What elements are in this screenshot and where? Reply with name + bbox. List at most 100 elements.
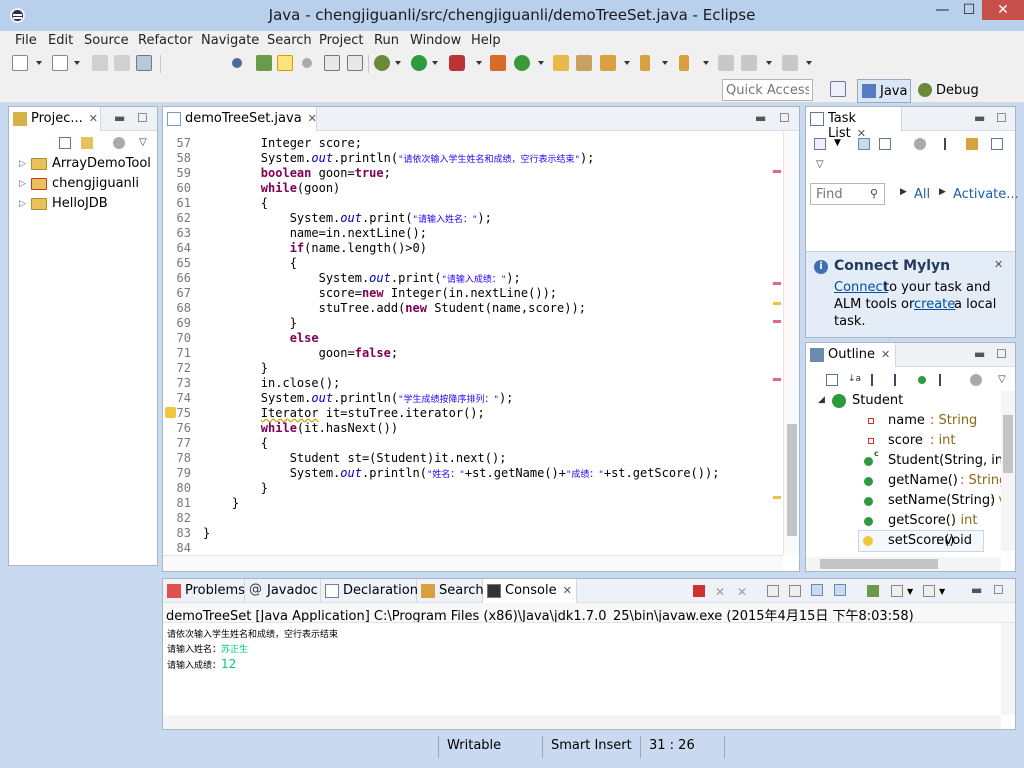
previous-annotation-icon[interactable] [679,55,689,71]
hide-static-icon[interactable] [894,374,906,386]
next-annotation-icon[interactable] [640,55,650,71]
create-link[interactable]: create [914,297,955,312]
collapse-arrow-icon[interactable]: ◢ [818,395,825,405]
maximize-view-icon[interactable]: ☐ [996,111,1007,125]
search-dropdown-icon[interactable] [624,61,630,65]
minimize-view-icon[interactable]: ▬ [114,111,125,125]
mark-occurrences-icon[interactable] [277,55,293,71]
editor-scroll-thumb[interactable] [787,424,797,536]
overview-ruler[interactable] [769,132,783,555]
menu-navigate[interactable]: Navigate [201,33,259,48]
tree-item-chengjiguanli[interactable]: ▷ chengjiguanli [19,175,157,195]
print-icon[interactable] [136,55,152,71]
show-on-stdout-icon[interactable] [811,584,823,596]
debug-icon[interactable] [374,55,390,71]
status-insert-mode[interactable]: Smart Insert [542,736,640,758]
hide-local-types-icon[interactable] [939,374,951,386]
outline-method-constructor[interactable]: c Student(String, int) [864,449,1014,472]
minimize-view-icon[interactable]: ▬ [971,583,982,597]
outline-method-getname[interactable]: getName() : String [864,472,1014,492]
new-icon[interactable] [12,55,28,71]
warning-marker-icon[interactable] [165,407,176,418]
tab-problems[interactable]: Problems [163,579,245,603]
expand-arrow-icon[interactable]: ▷ [19,179,26,189]
menu-refactor[interactable]: Refactor [138,33,193,48]
console-output[interactable]: 请依次输入学生姓名和成绩，空行表示结束 请输入姓名：苏正生 请输入成绩：12 [163,623,1001,715]
menu-edit[interactable]: Edit [48,33,73,48]
outline-method-getscore[interactable]: getScore() : int [864,512,1014,532]
debug-dropdown-icon[interactable] [395,61,401,65]
outline-field-score[interactable]: score : int [868,432,1013,452]
open-type-icon[interactable] [553,55,569,71]
outline-class-student[interactable]: ◢ Student [818,392,1008,412]
clear-console-icon[interactable] [767,585,779,597]
collapse-all-icon[interactable] [59,137,71,149]
pin-console-icon[interactable] [867,585,879,597]
categorized-icon[interactable] [858,138,870,150]
connect-link[interactable]: Connect [834,280,888,295]
save-all-icon[interactable] [114,55,130,71]
overview-marker[interactable] [773,378,781,381]
back-icon[interactable] [741,55,757,71]
tab-task-list[interactable]: Task List ✕ [806,107,902,141]
previous-annotation-dropdown-icon[interactable] [703,61,709,65]
menu-project[interactable]: Project [319,33,363,48]
outline-hscroll-thumb[interactable] [820,559,938,569]
tab-declaration[interactable]: Declaration [321,579,418,603]
outline-vertical-scrollbar[interactable] [1001,391,1015,551]
maximize-view-icon[interactable]: ☐ [996,347,1007,361]
breakpoint-icon[interactable] [232,58,242,68]
overview-marker[interactable] [773,302,781,305]
back-dropdown-icon[interactable] [766,61,772,65]
new-dropdown-icon[interactable] [36,61,42,65]
view-menu-icon[interactable] [113,137,125,149]
new-java-project-icon[interactable] [490,55,506,71]
tab-console[interactable]: Console ✕ [483,579,577,603]
editor-horizontal-scrollbar[interactable] [163,555,783,571]
maximize-view-icon[interactable]: ☐ [137,111,148,125]
minimize-view-icon[interactable]: ▬ [974,111,985,125]
overview-marker[interactable] [773,170,781,173]
view-dropdown-icon[interactable]: ▽ [998,374,1010,386]
hide-completed-icon[interactable] [966,138,978,150]
tab-search[interactable]: Search [417,579,484,603]
external-tools-dropdown-icon[interactable] [476,61,482,65]
tab-outline[interactable]: Outline ✕ [806,343,896,367]
expand-arrow-icon[interactable]: ▷ [19,159,26,169]
new-task-dropdown-icon[interactable]: ▼ [834,138,846,150]
menu-help[interactable]: Help [471,33,501,48]
synchronize-icon[interactable] [914,138,926,150]
run-icon[interactable] [411,55,427,71]
remove-launch-icon[interactable]: ✕ [715,585,727,599]
scroll-lock-icon[interactable] [789,585,801,597]
minimize-view-icon[interactable]: ▬ [755,111,766,125]
view-dropdown-icon[interactable]: ▽ [816,159,828,171]
open-console-dropdown-icon[interactable]: ▼ [939,587,951,599]
remove-all-launches-icon[interactable]: ✕ [737,585,749,599]
all-tasks-link[interactable]: All [914,187,930,202]
code-editor[interactable]: 57 58 59 60 61 62 63 64 65 66 67 68 69 7… [163,132,799,571]
console-vertical-scrollbar[interactable] [1001,623,1015,715]
save-icon[interactable] [92,55,108,71]
forward-dropdown-icon[interactable] [806,61,812,65]
maximize-view-icon[interactable]: ☐ [993,583,1004,597]
collapse-all-icon[interactable] [826,374,838,386]
tab-project-explorer[interactable]: Projec... ✕ [9,107,101,131]
console-horizontal-scrollbar[interactable] [163,715,1001,729]
run-dropdown-icon[interactable] [432,61,438,65]
outline-method-setscore[interactable]: setScore() : void [858,530,984,552]
close-tab-icon[interactable]: ✕ [881,348,890,361]
display-console-dropdown-icon[interactable]: ▼ [907,587,919,599]
search-icon[interactable] [600,55,616,71]
annotation-icon[interactable] [302,58,312,68]
hide-non-public-icon[interactable] [918,376,926,384]
minimize-button[interactable]: — [929,0,956,20]
maximize-view-icon[interactable]: ☐ [779,111,790,125]
tab-javadoc[interactable]: @ Javadoc [245,579,321,603]
open-task-icon[interactable] [576,55,592,71]
menu-file[interactable]: File [15,33,37,48]
overview-marker[interactable] [773,320,781,323]
activate-task-link[interactable]: Activate... [953,187,1019,202]
show-on-stderr-icon[interactable] [834,584,846,596]
open-console-icon[interactable] [923,585,935,597]
